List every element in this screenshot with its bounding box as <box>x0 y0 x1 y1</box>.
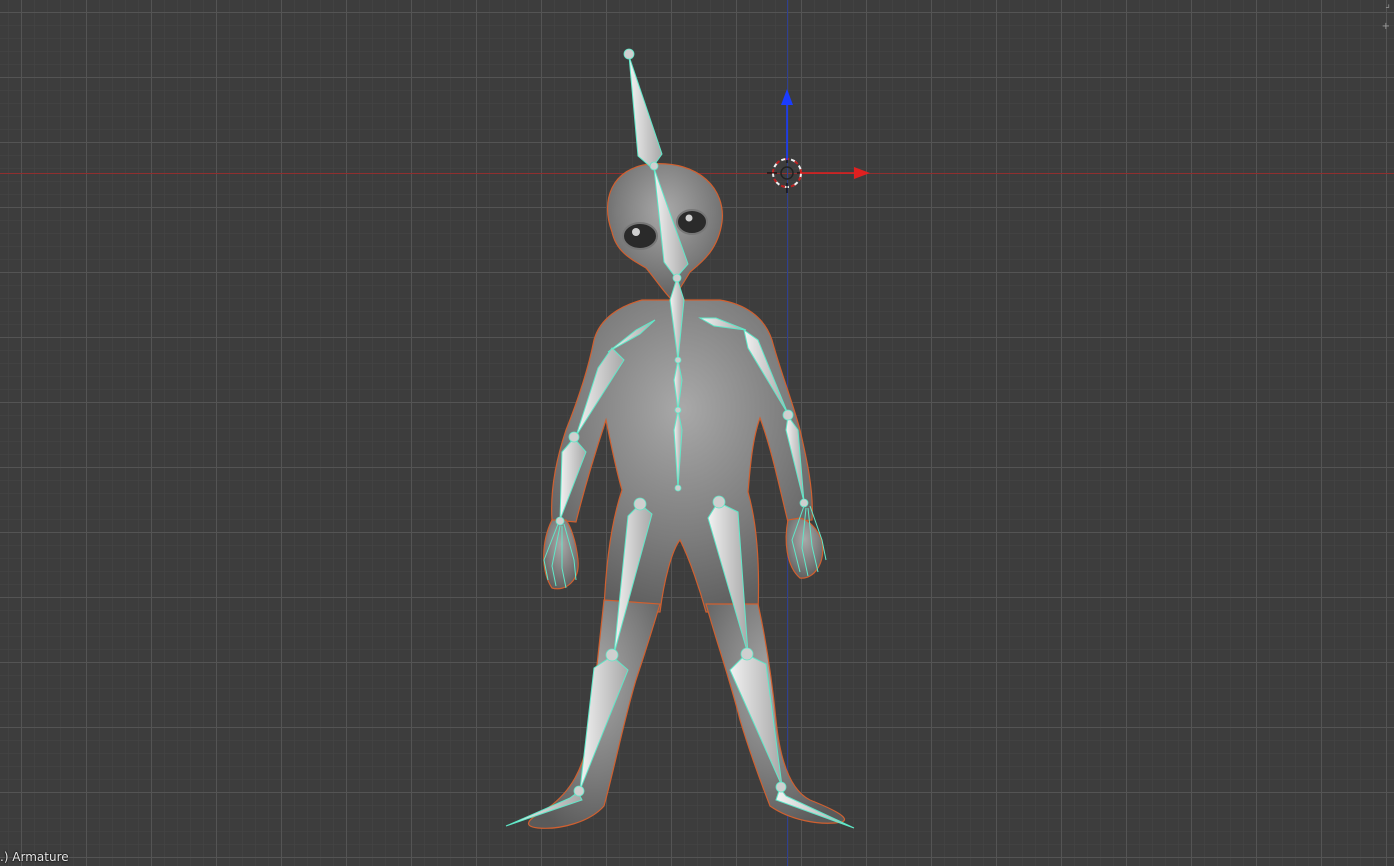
scene-canvas[interactable] <box>0 0 1394 866</box>
bone-head[interactable] <box>628 55 663 169</box>
active-object-label: .) Armature <box>0 850 69 864</box>
area-split-corner-icon[interactable]: ⌟ + <box>1378 0 1392 40</box>
mesh-right-leg <box>705 603 845 824</box>
manipulator-z-arrow-icon[interactable] <box>781 89 793 160</box>
3d-viewport[interactable]: ⌟ + .) Armature <box>0 0 1394 866</box>
mesh-left-hand <box>543 519 579 590</box>
manipulator-x-arrow-icon[interactable] <box>800 167 870 179</box>
mesh-torso <box>551 299 813 613</box>
